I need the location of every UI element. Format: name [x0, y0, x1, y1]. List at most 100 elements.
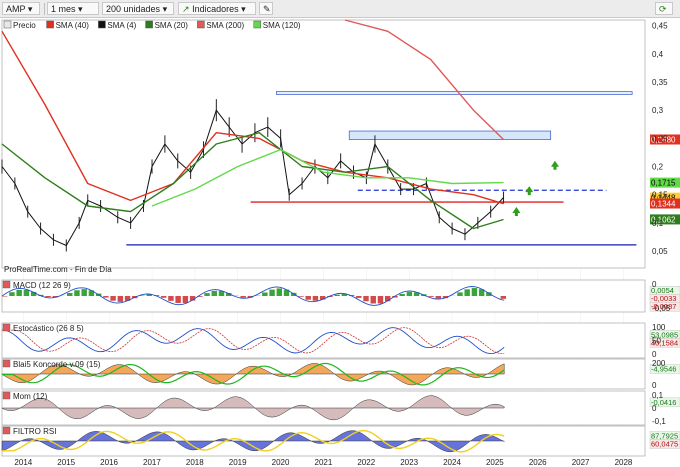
x-tick-label: 2023 — [400, 458, 418, 467]
indicator-y-tick: -0,05 — [652, 304, 671, 313]
legend-swatch — [197, 20, 205, 29]
indicator-y-tick: 100 — [652, 323, 666, 332]
y-tick-label: 0,45 — [652, 22, 668, 31]
indicator-swatch — [2, 323, 11, 332]
resistance-zone-lower[interactable] — [348, 130, 552, 140]
macd-histogram-bar — [276, 288, 283, 296]
resistance-zone-upper[interactable] — [275, 91, 633, 95]
x-tick-label: 2026 — [529, 458, 547, 467]
macd-histogram-bar — [175, 296, 181, 303]
macd-histogram-bar — [428, 296, 434, 297]
macd-histogram-bar — [305, 296, 311, 300]
indicator-title: MACD (12 26 9) — [13, 281, 71, 290]
x-tick-label: 2017 — [143, 458, 161, 467]
y-tick-label: 0,05 — [652, 247, 668, 256]
units-label: 200 unidades — [106, 4, 161, 14]
source-label: ProRealTime.com - Fin de Día — [4, 265, 112, 274]
macd-histogram-bar — [312, 296, 319, 301]
indicator-y-tick: 0,1 — [652, 391, 664, 400]
pencil-icon: ✎ — [263, 4, 271, 14]
chart-area[interactable]: 0,24800,17150,14480,13440,10620,0054-0,0… — [0, 18, 680, 467]
x-tick-label: 2014 — [14, 458, 32, 467]
legend-item-label: SMA (20) — [155, 21, 189, 30]
macd-histogram-bar — [110, 296, 116, 301]
macd-histogram-bar — [211, 290, 217, 296]
macd-histogram-bar — [370, 296, 376, 304]
refresh-icon: ⟳ — [659, 4, 667, 14]
x-tick-label: 2020 — [272, 458, 290, 467]
indicator-y-tick: 50 — [652, 337, 661, 346]
macd-histogram-bar — [269, 289, 275, 296]
indicator-swatch — [2, 359, 11, 368]
macd-histogram-bar — [45, 296, 51, 298]
legend-swatch — [98, 20, 106, 29]
macd-histogram-bar — [103, 296, 109, 298]
period-select[interactable]: 1 mes ▾ — [47, 2, 99, 15]
macd-histogram-bar — [23, 289, 30, 296]
macd-histogram-bar — [204, 293, 210, 296]
refresh-button[interactable]: ⟳ — [655, 2, 673, 15]
macd-histogram-bar — [160, 296, 167, 298]
macd-histogram-bar — [262, 292, 268, 296]
indicator-swatch — [2, 426, 11, 435]
macd-histogram-bar — [464, 289, 470, 296]
indicators-button[interactable]: ↗ Indicadores ▾ — [178, 2, 256, 15]
y-tick-label: 0,2 — [652, 163, 664, 172]
legend-item-label: SMA (40) — [56, 21, 90, 30]
indicator-value-label: 60,0475 — [651, 440, 678, 449]
macd-histogram-bar — [500, 296, 507, 299]
x-tick-label: 2018 — [186, 458, 204, 467]
x-tick-label: 2025 — [486, 458, 504, 467]
legend-swatch — [3, 20, 12, 29]
x-tick-label: 2028 — [615, 458, 633, 467]
y-tick-label: 0,25 — [652, 134, 668, 143]
legend-swatch — [253, 20, 262, 29]
toolbar-separator — [44, 3, 45, 15]
indicators-label: Indicadores — [192, 4, 239, 14]
macd-histogram-bar — [81, 289, 87, 296]
macd-histogram-bar — [117, 296, 124, 302]
x-tick-label: 2019 — [229, 458, 247, 467]
indicator-y-tick: 0 — [652, 404, 657, 413]
legend-item-label: Precio — [13, 21, 36, 30]
period-label: 1 mes — [51, 4, 76, 14]
legend-swatch — [145, 20, 153, 29]
indicator-y-tick: 200 — [652, 359, 666, 368]
macd-histogram-bar — [9, 292, 15, 296]
units-select[interactable]: 200 unidades ▾ — [102, 2, 174, 15]
y-tick-label: 0,1 — [652, 219, 664, 228]
symbol-select[interactable]: AMP ▾ — [2, 2, 40, 15]
macd-histogram-bar — [240, 296, 246, 298]
y-tick-label: 0,3 — [652, 106, 664, 115]
macd-histogram-bar — [334, 294, 340, 296]
macd-histogram-bar — [406, 291, 413, 296]
indicator-swatch — [2, 280, 11, 289]
macd-histogram-bar — [16, 289, 22, 296]
macd-histogram-bar — [377, 296, 384, 304]
indicator-title: Mom (12) — [13, 392, 48, 401]
x-tick-label: 2024 — [443, 458, 461, 467]
legend-item-label: SMA (200) — [206, 21, 244, 30]
legend-item-label: SMA (4) — [107, 21, 136, 30]
price-panel[interactable] — [1, 19, 646, 269]
macd-histogram-bar — [67, 292, 73, 296]
indicator-y-tick: 0 — [652, 381, 657, 390]
indicator-title: Estocástico (26 8 5) — [13, 324, 84, 333]
price-tag-label: 0,1344 — [651, 200, 676, 209]
macd-histogram-bar — [457, 292, 463, 296]
macd-histogram-bar — [471, 288, 478, 296]
macd-histogram-bar — [182, 296, 189, 303]
x-tick-label: 2021 — [315, 458, 333, 467]
indicator-swatch — [2, 391, 11, 400]
y-tick-label: 0,35 — [652, 78, 668, 87]
indicator-y-tick: -0,1 — [652, 417, 666, 426]
macd-histogram-bar — [2, 296, 8, 297]
draw-tool-button[interactable]: ✎ — [259, 2, 273, 15]
x-tick-label: 2016 — [100, 458, 118, 467]
legend-swatch — [46, 20, 54, 29]
macd-histogram-bar — [399, 293, 405, 296]
indicator-y-tick: 0 — [652, 280, 657, 289]
price-tag-label: 0,1715 — [651, 179, 676, 188]
indicator-panel[interactable] — [1, 322, 646, 359]
symbol-label: AMP — [6, 4, 26, 14]
